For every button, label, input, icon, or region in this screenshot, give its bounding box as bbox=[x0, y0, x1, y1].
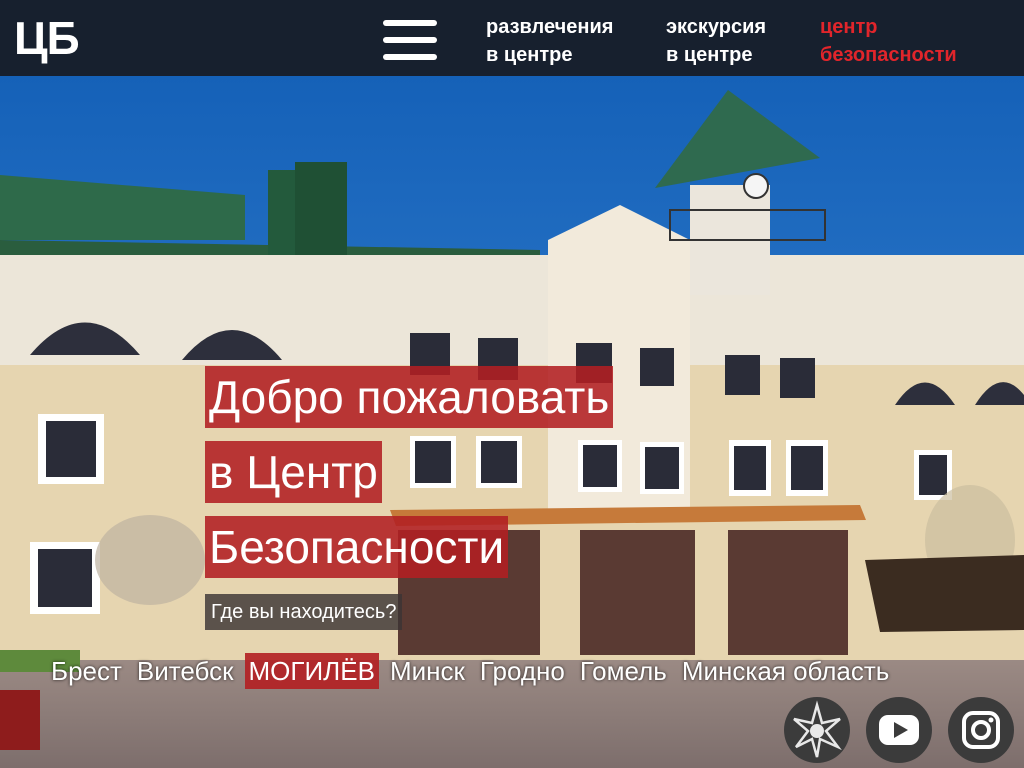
menu-icon-line bbox=[383, 37, 437, 43]
nav-link-entertainment[interactable]: развлечения в центре bbox=[486, 13, 613, 69]
nav-link-line: развлечения bbox=[486, 16, 614, 38]
city-link-minsk-region[interactable]: Минская область bbox=[678, 653, 894, 689]
menu-icon-line bbox=[383, 20, 437, 26]
menu-icon[interactable] bbox=[383, 20, 439, 60]
instagram-button[interactable] bbox=[948, 697, 1014, 763]
city-link-mogilev[interactable]: МОГИЛЁВ bbox=[244, 653, 379, 689]
nav-link-line: центр bbox=[820, 16, 878, 38]
youtube-button[interactable] bbox=[866, 697, 932, 763]
site-logo[interactable]: ЦБ bbox=[14, 10, 80, 66]
location-question: Где вы находитесь? bbox=[205, 594, 403, 630]
top-navigation-bar: ЦБ развлечения в центре экскурсия в цент… bbox=[0, 0, 1024, 76]
city-link-brest[interactable]: Брест bbox=[47, 653, 126, 689]
hero-title-line: Добро пожаловать bbox=[205, 366, 614, 428]
city-link-vitebsk[interactable]: Витебск bbox=[133, 653, 238, 689]
youtube-icon bbox=[879, 715, 919, 745]
emergency-star-icon bbox=[793, 700, 842, 758]
city-selector: Брест Витебск МОГИЛЁВ Минск Гродно Гомель Минс… bbox=[47, 653, 900, 689]
emergency-service-button[interactable] bbox=[784, 697, 850, 763]
instagram-icon bbox=[962, 711, 1000, 749]
city-link-grodno[interactable]: Гродно bbox=[476, 653, 569, 689]
nav-link-excursion[interactable]: экскурсия в центре bbox=[666, 13, 766, 69]
nav-link-line: безопасности bbox=[820, 44, 957, 66]
nav-link-line: в центре bbox=[486, 44, 573, 66]
hero-title-line: Безопасности bbox=[205, 516, 509, 578]
city-link-minsk[interactable]: Минск bbox=[386, 653, 469, 689]
nav-link-safety-center[interactable]: центр безопасности bbox=[820, 13, 957, 69]
menu-icon-line bbox=[383, 54, 437, 60]
hero-title-line: в Центр bbox=[205, 441, 382, 503]
city-link-gomel[interactable]: Гомель bbox=[576, 653, 671, 689]
nav-link-line: экскурсия bbox=[666, 16, 767, 38]
nav-link-line: в центре bbox=[666, 44, 753, 66]
